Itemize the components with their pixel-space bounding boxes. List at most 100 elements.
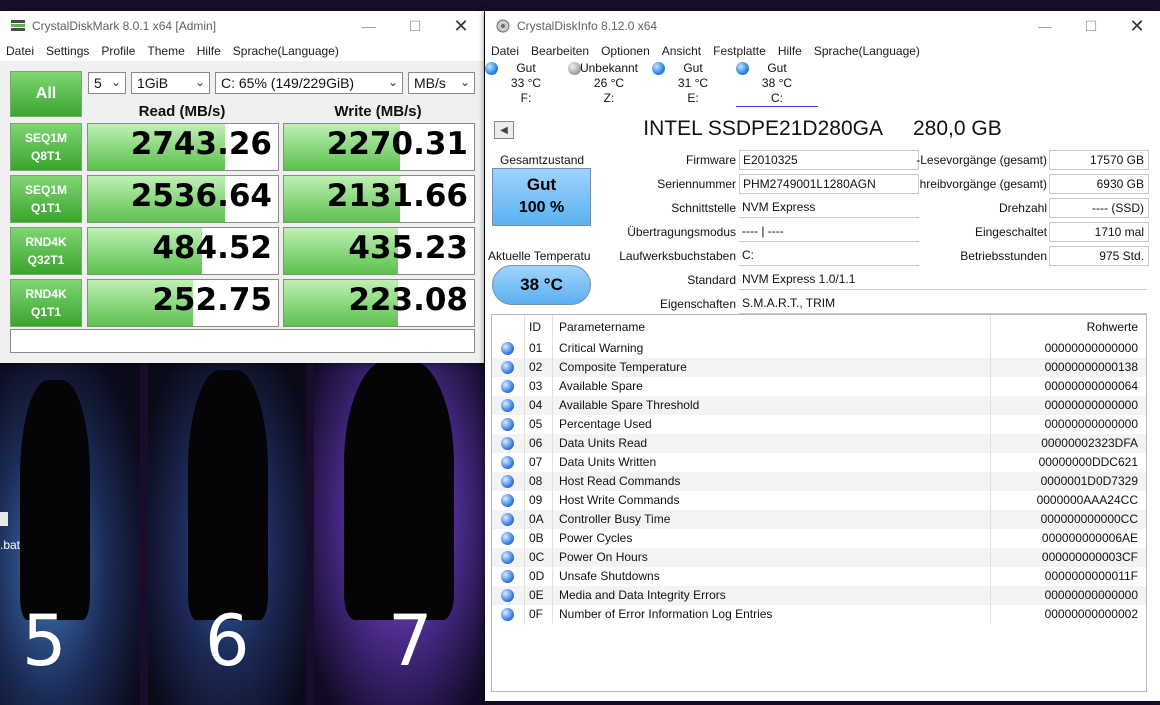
table-row[interactable]: 09 Host Write Commands 0000000AAA24CC xyxy=(492,491,1146,510)
attr-id: 04 xyxy=(524,396,552,415)
menu-ansicht[interactable]: Ansicht xyxy=(656,44,707,58)
menu-hilfe[interactable]: Hilfe xyxy=(191,44,227,58)
menu-language[interactable]: Sprache(Language) xyxy=(808,44,926,58)
close-icon[interactable]: ✕ xyxy=(1114,11,1160,41)
attr-name: Power Cycles xyxy=(552,529,990,548)
cdm-titlebar[interactable]: CrystalDiskMark 8.0.1 x64 [Admin] — ☐ ✕ xyxy=(0,11,484,41)
status-dot-icon xyxy=(652,62,665,75)
table-row[interactable]: 0D Unsafe Shutdowns 0000000000011F xyxy=(492,567,1146,586)
drive-tab-c[interactable]: Gut 38 °C C: xyxy=(736,61,818,108)
status-dot-icon xyxy=(501,513,514,526)
menu-optionen[interactable]: Optionen xyxy=(595,44,656,58)
status-dot-icon xyxy=(501,399,514,412)
menu-datei[interactable]: Datei xyxy=(485,44,525,58)
table-row[interactable]: 0A Controller Busy Time 000000000000CC xyxy=(492,510,1146,529)
host-reads-value: 17570 GB xyxy=(1049,150,1149,170)
test-button[interactable]: SEQ1M Q1T1 xyxy=(10,175,82,223)
cdm-app-icon xyxy=(11,20,25,31)
crystaldiskmark-window: CrystalDiskMark 8.0.1 x64 [Admin] — ☐ ✕ … xyxy=(0,11,484,363)
status-cell xyxy=(492,358,524,377)
table-row[interactable]: 0C Power On Hours 000000000003CF xyxy=(492,548,1146,567)
drive-tab-e[interactable]: Gut 31 °C E: xyxy=(652,61,734,106)
size-select[interactable]: 1GiB ⌄ xyxy=(131,72,210,94)
attr-id: 05 xyxy=(524,415,552,434)
wallpaper-number-7: 7 xyxy=(388,600,433,682)
header-parameter-name[interactable]: Parametername xyxy=(552,315,990,339)
table-row[interactable]: 0E Media and Data Integrity Errors 00000… xyxy=(492,586,1146,605)
read-result: 484.52 xyxy=(87,227,279,275)
table-row[interactable]: 0F Number of Error Information Log Entri… xyxy=(492,605,1146,624)
menu-datei[interactable]: Datei xyxy=(0,44,40,58)
health-status-badge[interactable]: Gut 100 % xyxy=(492,168,591,226)
features-label: Eigenschaften xyxy=(659,297,736,311)
cdi-titlebar[interactable]: CrystalDiskInfo 8.12.0 x64 — ☐ ✕ xyxy=(485,11,1160,41)
standard-label: Standard xyxy=(687,273,736,287)
table-row[interactable]: 01 Critical Warning 00000000000000 xyxy=(492,339,1146,358)
header-raw-values[interactable]: Rohwerte xyxy=(990,315,1146,339)
host-writes-value: 6930 GB xyxy=(1049,174,1149,194)
test-button[interactable]: RND4K Q1T1 xyxy=(10,279,82,327)
cdi-app-icon xyxy=(496,19,510,33)
drive-select[interactable]: C: 65% (149/229GiB) ⌄ xyxy=(215,72,403,94)
table-row[interactable]: 05 Percentage Used 00000000000000 xyxy=(492,415,1146,434)
menu-language[interactable]: Sprache(Language) xyxy=(227,44,345,58)
drive-temp: 26 °C xyxy=(593,76,625,90)
table-row[interactable]: 0B Power Cycles 000000000006AE xyxy=(492,529,1146,548)
write-result: 435.23 xyxy=(283,227,475,275)
attr-name: Critical Warning xyxy=(552,339,990,358)
read-value: 2743.26 xyxy=(130,126,272,162)
menu-festplatte[interactable]: Festplatte xyxy=(707,44,772,58)
rotation-value: ---- (SSD) xyxy=(1049,198,1149,218)
status-dot-icon xyxy=(501,456,514,469)
count-select[interactable]: 5 ⌄ xyxy=(88,72,126,94)
test-button[interactable]: RND4K Q32T1 xyxy=(10,227,82,275)
comment-input[interactable] xyxy=(10,329,475,353)
status-dot-icon xyxy=(501,475,514,488)
standard-value: NVM Express 1.0/1.1 xyxy=(739,270,1147,290)
header-id[interactable]: ID xyxy=(524,315,552,339)
status-dot-icon xyxy=(501,380,514,393)
status-cell xyxy=(492,605,524,624)
maximize-icon[interactable]: ☐ xyxy=(392,11,438,41)
drive-model: INTEL SSDPE21D280GA xyxy=(643,117,883,140)
drive-letter: E: xyxy=(687,91,699,105)
all-button[interactable]: All xyxy=(10,71,82,117)
read-value: 2536.64 xyxy=(130,178,272,214)
table-row[interactable]: 08 Host Read Commands 0000001D0D7329 xyxy=(492,472,1146,491)
maximize-icon[interactable]: ☐ xyxy=(1068,11,1114,41)
table-row[interactable]: 04 Available Spare Threshold 00000000000… xyxy=(492,396,1146,415)
table-row[interactable]: 07 Data Units Written 00000000DDC621 xyxy=(492,453,1146,472)
minimize-icon[interactable]: — xyxy=(1022,11,1068,41)
menu-settings[interactable]: Settings xyxy=(40,44,95,58)
drive-letters-value: C: xyxy=(739,246,919,266)
status-cell xyxy=(492,472,524,491)
status-dot-icon xyxy=(501,570,514,583)
menu-profile[interactable]: Profile xyxy=(95,44,141,58)
menu-theme[interactable]: Theme xyxy=(141,44,190,58)
temperature-badge[interactable]: 38 °C xyxy=(492,265,591,305)
unit-select[interactable]: MB/s ⌄ xyxy=(408,72,475,94)
table-row[interactable]: 06 Data Units Read 00000002323DFA xyxy=(492,434,1146,453)
smart-table[interactable]: ID Parametername Rohwerte 01 Critical Wa… xyxy=(491,314,1147,692)
close-icon[interactable]: ✕ xyxy=(438,11,484,41)
minimize-icon[interactable]: — xyxy=(346,11,392,41)
host-writes-label: hreibvorgänge (gesamt) xyxy=(919,177,1047,191)
drive-tab-z[interactable]: Unbekannt 26 °C Z: xyxy=(568,61,650,106)
table-row[interactable]: 03 Available Spare 00000000000064 xyxy=(492,377,1146,396)
drive-tab-f[interactable]: Gut 33 °C F: xyxy=(485,61,567,106)
file-icon[interactable] xyxy=(0,512,8,526)
menu-hilfe[interactable]: Hilfe xyxy=(772,44,808,58)
host-reads-label: -Lesevorgänge (gesamt) xyxy=(916,153,1047,167)
chevron-down-icon: ⌄ xyxy=(459,75,470,89)
desktop-file-label[interactable]: .bat xyxy=(0,538,20,552)
cdi-menubar: Datei Bearbeiten Optionen Ansicht Festpl… xyxy=(485,41,1160,61)
wallpaper-number-5: 5 xyxy=(22,600,67,682)
test-button[interactable]: SEQ1M Q8T1 xyxy=(10,123,82,171)
test-queue: Q32T1 xyxy=(27,253,65,267)
test-queue: Q1T1 xyxy=(30,201,61,215)
table-row[interactable]: 02 Composite Temperature 00000000000138 xyxy=(492,358,1146,377)
write-column-header: Write (MB/s) xyxy=(334,103,422,120)
menu-bearbeiten[interactable]: Bearbeiten xyxy=(525,44,595,58)
attr-id: 0B xyxy=(524,529,552,548)
status-cell xyxy=(492,491,524,510)
